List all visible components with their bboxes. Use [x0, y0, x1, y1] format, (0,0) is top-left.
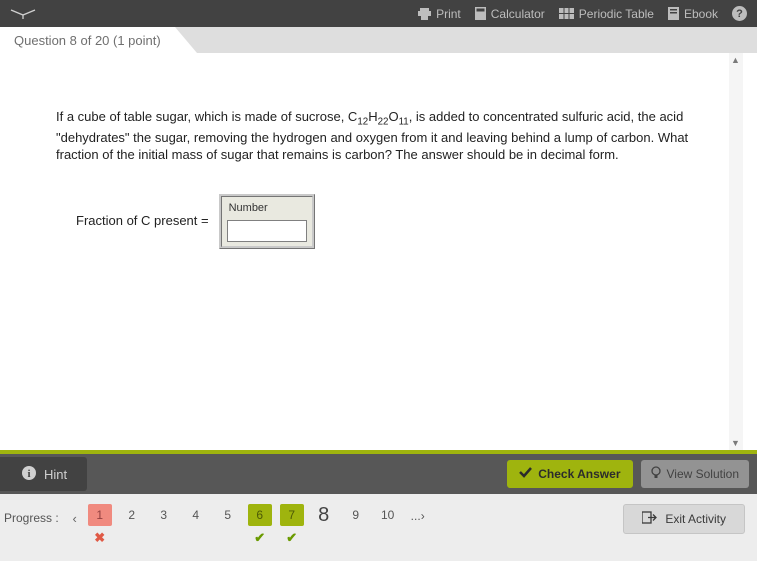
info-icon: i	[22, 466, 36, 483]
exit-activity-label: Exit Activity	[665, 512, 726, 526]
calculator-button[interactable]: Calculator	[475, 7, 545, 21]
view-solution-label: View Solution	[667, 467, 740, 481]
check-answer-button[interactable]: Check Answer	[507, 460, 632, 488]
progress-item-8[interactable]: 8	[309, 504, 339, 544]
check-answer-label: Check Answer	[538, 467, 620, 481]
top-toolbar: Print Calculator Periodic Table Ebook ?	[0, 0, 757, 27]
progress-more[interactable]: ...›	[403, 504, 433, 523]
exit-icon	[642, 511, 657, 527]
help-icon[interactable]: ?	[732, 6, 747, 21]
scroll-up-icon[interactable]: ▲	[731, 55, 740, 65]
progress-item-3[interactable]: 3	[149, 504, 179, 544]
progress-number: 3	[152, 504, 176, 526]
progress-label: Progress :	[4, 504, 65, 525]
print-button[interactable]: Print	[418, 7, 461, 21]
hint-label: Hint	[44, 467, 67, 482]
lightbulb-icon	[651, 466, 661, 483]
print-label: Print	[436, 7, 461, 21]
progress-item-10[interactable]: 10	[373, 504, 403, 544]
hint-button[interactable]: i Hint	[0, 457, 87, 491]
question-text: If a cube of table sugar, which is made …	[56, 108, 703, 164]
progress-item-1[interactable]: 1✖	[85, 504, 115, 544]
number-field-label: Number	[227, 201, 307, 216]
progress-item-6[interactable]: 6✔	[245, 504, 275, 544]
periodic-table-label: Periodic Table	[579, 7, 654, 21]
progress-number: 7	[280, 504, 304, 526]
progress-number: 10	[376, 504, 400, 526]
progress-item-4[interactable]: 4	[181, 504, 211, 544]
progress-item-9[interactable]: 9	[341, 504, 371, 544]
progress-number: 6	[248, 504, 272, 526]
svg-text:i: i	[27, 468, 30, 480]
progress-mark: ✖	[94, 530, 105, 544]
progress-items: 1✖23456✔7✔8910	[85, 504, 403, 544]
periodic-table-button[interactable]: Periodic Table	[559, 7, 654, 21]
answer-input[interactable]	[227, 220, 307, 242]
ebook-label: Ebook	[684, 7, 718, 21]
action-bar: i Hint Check Answer View Solution	[0, 454, 757, 494]
number-input-box: Number	[219, 194, 315, 249]
view-solution-button[interactable]: View Solution	[641, 460, 750, 488]
ebook-icon	[668, 7, 679, 20]
ebook-button[interactable]: Ebook	[668, 7, 718, 21]
progress-number: 9	[344, 504, 368, 526]
print-icon	[418, 8, 431, 20]
progress-item-2[interactable]: 2	[117, 504, 147, 544]
calculator-icon	[475, 7, 486, 20]
progress-number: 1	[88, 504, 112, 526]
calculator-label: Calculator	[491, 7, 545, 21]
check-icon	[519, 467, 532, 481]
progress-number: 8	[312, 504, 336, 526]
answer-row: Fraction of C present = Number	[56, 194, 703, 249]
scrollbar[interactable]: ▲ ▼	[729, 53, 743, 450]
progress-number: 2	[120, 504, 144, 526]
answer-label: Fraction of C present =	[56, 212, 209, 230]
progress-mark: ✔	[286, 530, 297, 544]
progress-item-5[interactable]: 5	[213, 504, 243, 544]
progress-mark: ✔	[254, 530, 265, 544]
progress-item-7[interactable]: 7✔	[277, 504, 307, 544]
progress-number: 4	[184, 504, 208, 526]
question-tab: Question 8 of 20 (1 point)	[0, 27, 175, 53]
progress-bar: Progress : ‹ 1✖23456✔7✔8910 ...› Exit Ac…	[0, 494, 757, 561]
progress-prev-button[interactable]: ‹	[65, 507, 85, 529]
content-area: If a cube of table sugar, which is made …	[0, 53, 757, 450]
progress-number: 5	[216, 504, 240, 526]
question-header-text: Question 8 of 20 (1 point)	[14, 33, 161, 48]
periodic-table-icon	[559, 8, 574, 19]
scroll-down-icon[interactable]: ▼	[731, 438, 740, 448]
question-header-bar: Question 8 of 20 (1 point)	[0, 27, 757, 53]
exit-activity-button[interactable]: Exit Activity	[623, 504, 745, 534]
logo-icon	[10, 8, 36, 20]
